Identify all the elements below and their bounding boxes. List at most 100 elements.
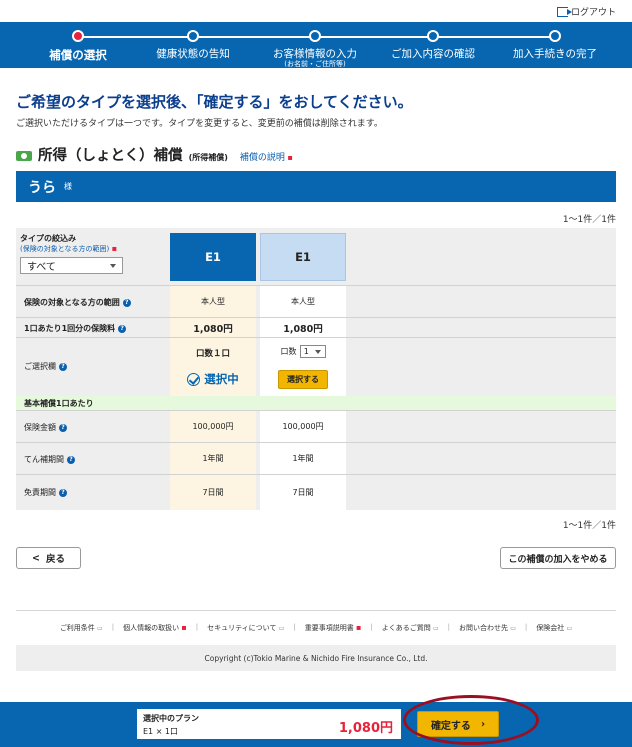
table-row-scope: 保険の対象となる方の範囲? 本人型 本人型 <box>16 285 616 317</box>
footer-divider <box>16 610 616 611</box>
table-row-choice: ご選択欄? 口数１口 選択中 口数 1 選択する <box>16 337 616 396</box>
separator: | <box>293 623 296 631</box>
filter-label: タイプの絞込み <box>20 234 76 243</box>
footer-link-text: 重要事項説明書 <box>304 624 354 632</box>
row-label: 保険金額? <box>24 422 67 433</box>
quantity-value: 1 <box>303 347 309 356</box>
result-count-top: 1～1件／1件 <box>562 215 616 225</box>
cancel-coverage-button[interactable]: この補償の加入をやめる <box>500 547 616 569</box>
step-dot <box>309 30 321 42</box>
row-label-text: 保険金額 <box>24 423 56 432</box>
footer-link[interactable]: お問い合わせ先 ▭ <box>459 623 516 633</box>
coverage-description-link[interactable]: 補償の説明 ▪ <box>240 150 293 163</box>
coverage-description-label: 補償の説明 <box>239 153 285 163</box>
back-button[interactable]: < 戻る <box>16 547 81 569</box>
footer-link[interactable]: 重要事項説明書 ▪ <box>305 623 362 633</box>
row-label: 1口あたり1回分の保険料? <box>24 323 127 334</box>
select-plan-button[interactable]: 選択する <box>278 370 328 389</box>
insured-name-bar: うら 様 <box>16 171 616 202</box>
help-icon[interactable]: ? <box>118 324 127 333</box>
footer-link-text: 個人情報の取扱い <box>123 624 180 632</box>
step-label: 健康状態の告知 <box>156 48 230 60</box>
selecting-label: 選択中 <box>204 372 239 386</box>
plan-header[interactable]: E1 <box>260 233 346 281</box>
table-cell: 7日間 <box>260 475 346 510</box>
footer-link[interactable]: セキュリティについて ▭ <box>207 623 284 633</box>
separator: | <box>370 623 373 631</box>
help-icon[interactable]: ? <box>67 455 75 464</box>
selected-plan-price: 1,080円 <box>338 721 393 736</box>
footer-link-text: セキュリティについて <box>207 624 277 632</box>
insured-name: うら <box>28 179 56 196</box>
footer-link[interactable]: よくあるご質問 ▭ <box>382 623 439 633</box>
window-icon: ▭ <box>566 625 573 632</box>
basic-coverage-band: 基本補償1口あたり <box>16 396 616 410</box>
section-title: 所得（しょとく）補償 (所得補償) 補償の説明 ▪ <box>16 144 293 165</box>
table-row-exempt: 免責期間? 7日間 7日間 <box>16 474 616 510</box>
chevron-down-icon <box>110 263 116 268</box>
filter-sub-text: (保険の対象となる方の範囲) <box>20 245 110 253</box>
footer-link[interactable]: 個人情報の取扱い ▪ <box>123 623 187 633</box>
help-icon[interactable]: ? <box>59 362 67 371</box>
row-label: 保険の対象となる方の範囲? <box>24 297 131 308</box>
filter-sub-label: (保険の対象となる方の範囲) ▪ <box>20 244 123 254</box>
row-label-text: 保険の対象となる方の範囲 <box>24 298 120 307</box>
row-label-text: ご選択欄 <box>24 362 56 371</box>
table-cell: 1,080円 <box>170 318 256 337</box>
table-row-period: てん補期間? 1年間 1年間 <box>16 442 616 474</box>
table-cell: 本人型 <box>260 286 346 317</box>
table-cell: 100,000円 <box>260 411 346 442</box>
footer-link[interactable]: 保険会社 ▭ <box>536 623 572 633</box>
window-icon: ▭ <box>510 625 516 632</box>
plan-header-selected[interactable]: E1 <box>170 233 256 281</box>
step-dot <box>187 30 199 42</box>
honorific: 様 <box>64 182 72 191</box>
separator: | <box>195 623 199 631</box>
logout-label: ログアウト <box>570 8 616 18</box>
chevron-left-icon: < <box>32 552 40 564</box>
footer-link-text: 保険会社 <box>536 624 565 632</box>
table-cell-selected: 口数１口 選択中 <box>170 338 256 396</box>
step-label: お客様情報の入力 <box>273 48 357 60</box>
row-label-text: てん補期間 <box>24 455 64 464</box>
selecting-indicator: 選択中 <box>187 371 239 387</box>
help-icon[interactable]: ? <box>122 298 131 307</box>
step-dot-active <box>72 30 84 42</box>
row-label-text: 免責期間 <box>24 488 56 497</box>
chevron-down-icon <box>315 349 322 354</box>
plan-table: タイプの絞込み (保険の対象となる方の範囲) ▪ すべて E1 E1 保険の対象… <box>16 228 616 510</box>
table-cell: 本人型 <box>170 286 256 317</box>
quantity-selector: 口数 1 <box>281 345 326 358</box>
table-cell-choice: 口数 1 選択する <box>260 338 346 396</box>
type-filter-select[interactable]: すべて <box>20 257 123 274</box>
step-1: 補償の選択 <box>15 30 141 62</box>
units-label: 口数１口 <box>195 349 230 359</box>
quantity-select[interactable]: 1 <box>299 345 326 358</box>
qty-label: 口数 <box>280 347 297 356</box>
external-link-icon: ▪ <box>181 623 187 632</box>
external-link-icon: ▪ <box>355 623 362 632</box>
footer-links: ご利用条件 ▭ | 個人情報の取扱い ▪ | セキュリティについて ▭ | 重要… <box>0 623 632 633</box>
help-icon[interactable]: ? <box>59 488 67 497</box>
selected-plan-box: 選択中のプラン E1 × 1口 1,080円 <box>137 709 401 739</box>
separator: | <box>447 623 451 631</box>
row-label: てん補期間? <box>24 454 75 465</box>
table-row-amount: 保険金額? 100,000円 100,000円 <box>16 410 616 442</box>
footer-link[interactable]: ご利用条件 ▭ <box>60 623 103 633</box>
copyright: Copyright (c)Tokio Marine & Nichido Fire… <box>16 645 616 671</box>
logout-link[interactable]: ログアウト <box>556 5 616 18</box>
step-label: ご加入内容の確認 <box>391 48 475 60</box>
highlight-annotation <box>403 695 539 745</box>
window-icon: ▭ <box>432 625 439 632</box>
top-bar: ログアウト <box>0 0 632 22</box>
step-4: ご加入内容の確認 <box>370 30 496 61</box>
table-cell: 7日間 <box>170 475 256 510</box>
external-link-icon: ▪ <box>284 153 293 162</box>
table-row-premium: 1口あたり1回分の保険料? 1,080円 1,080円 <box>16 317 616 337</box>
logout-icon <box>556 6 572 17</box>
footer-link-text: ご利用条件 <box>59 624 95 632</box>
separator: | <box>111 623 115 631</box>
check-circle-icon <box>187 372 201 386</box>
help-icon[interactable]: ? <box>59 423 67 432</box>
result-count-bottom: 1～1件／1件 <box>562 521 616 531</box>
